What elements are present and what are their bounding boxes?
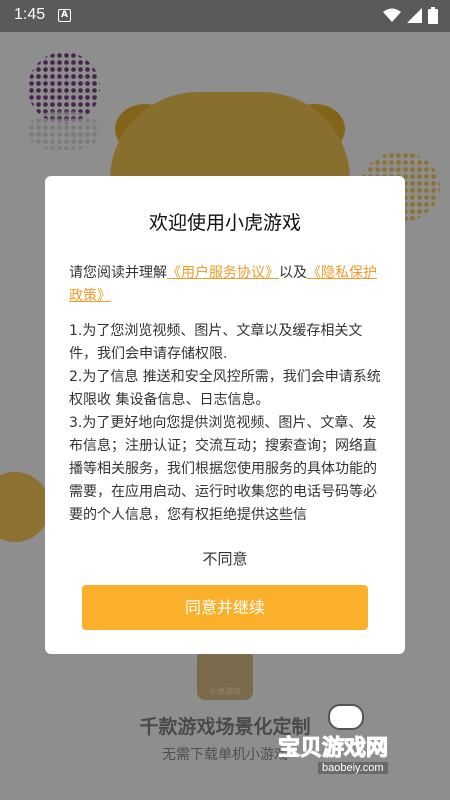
watermark-name: 宝贝游戏网 [277,736,389,762]
watermark-domain: baobeiy.com [318,762,388,774]
dialog-title: 欢迎使用小虎游戏 [148,212,301,234]
disagree-button[interactable]: 不同意 [45,548,405,569]
gamepad-watermark-icon [328,704,364,730]
dialog-intro: 请您阅读并理解《用户服务协议》以及《隐私保护政策》 [69,262,387,308]
agree-continue-button[interactable]: 同意并继续 [82,585,368,630]
intro-text: 以及 [279,265,307,281]
battery-icon [428,7,438,24]
wifi-icon [383,8,401,22]
status-time: 1:45 [14,6,46,23]
intro-text: 请您阅读并理解 [69,265,167,281]
signal-icon [407,8,422,23]
permission-item: 3.为了更好地向您提供浏览视频、图片、文章、发布信息；注册认证；交流互动；搜索查… [69,415,377,520]
user-agreement-link[interactable]: 《用户服务协议》 [167,265,279,281]
permission-item: 1.为了您浏览视频、图片、文章以及缓存相关文件，我们会申请存储权限. [69,323,363,362]
status-icons [383,7,438,24]
permission-list: 1.为了您浏览视频、图片、文章以及缓存相关文件，我们会申请存储权限. 2.为了信… [69,320,387,520]
accessibility-a-icon: A [58,9,71,22]
privacy-dialog: 欢迎使用小虎游戏 请您阅读并理解《用户服务协议》以及《隐私保护政策》 1.为了您… [45,176,405,654]
dialog-content[interactable]: 请您阅读并理解《用户服务协议》以及《隐私保护政策》 1.为了您浏览视频、图片、文… [69,258,387,520]
permission-item: 2.为了信息 推送和安全风控所需，我们会申请系统权限收 集设备信息、日志信息。 [69,369,381,408]
status-bar: 1:45 A [0,0,450,32]
watermark: 宝贝游戏网 baobeiy.com [268,728,448,780]
